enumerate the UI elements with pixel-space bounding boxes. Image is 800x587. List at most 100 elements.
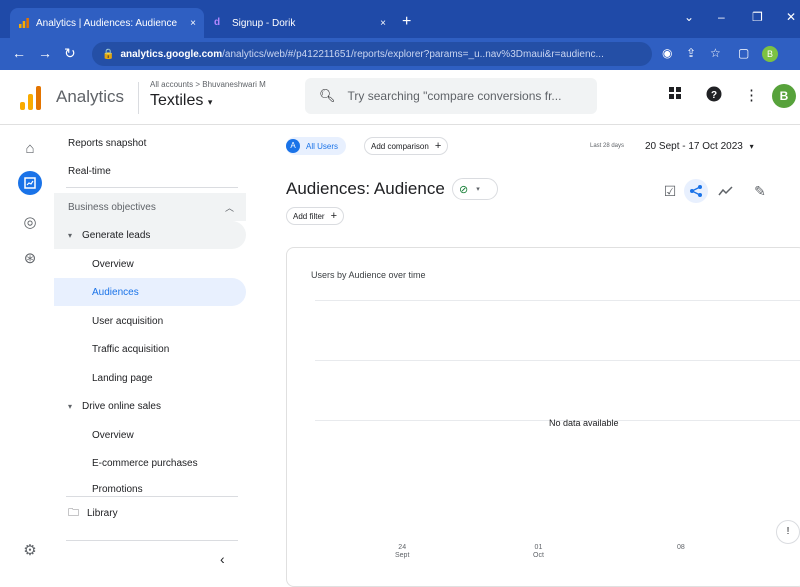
collapse-nav-chevron-icon[interactable]: ‹ (220, 551, 225, 567)
url-host: analytics.google.com (120, 48, 223, 60)
feedback-icon[interactable]: ! (776, 520, 800, 544)
x-tick-month: Sept (395, 552, 410, 559)
explore-icon[interactable]: ◎ (18, 211, 42, 235)
side-panel-icon[interactable]: ▢ (738, 46, 749, 60)
browser-toolbar: ← → ↻ 🔒 analytics.google.com /analytics/… (0, 38, 800, 70)
nav-item-overview[interactable]: Overview (54, 421, 246, 449)
reload-icon[interactable]: ↻ (64, 45, 76, 62)
share-icon[interactable] (684, 179, 708, 203)
address-bar[interactable]: 🔒 analytics.google.com /analytics/web/#/… (92, 42, 652, 66)
no-data-message: No data available (549, 418, 619, 428)
insights-trend-icon[interactable] (714, 179, 738, 203)
back-arrow-icon[interactable]: ← (12, 45, 26, 61)
nav-library[interactable]: 🗀 Library (54, 499, 246, 527)
property-name: Textiles (150, 92, 204, 109)
date-range-picker[interactable]: 20 Sept - 17 Oct 2023 ▾ (645, 141, 754, 152)
dorik-favicon-icon: d (214, 17, 221, 28)
more-vert-icon[interactable]: ⋮ (744, 86, 759, 104)
x-axis-tick: 01 Oct (533, 544, 544, 560)
apps-grid-icon[interactable] (668, 86, 682, 104)
search-icon: 🔍︎ (319, 88, 336, 103)
report-content: A All Users Add comparison + Last 28 day… (270, 125, 800, 587)
advertising-icon[interactable]: ⊛ (18, 247, 42, 271)
tab-dorik[interactable]: d Signup - Dorik × (206, 8, 394, 38)
reports-icon[interactable] (18, 171, 42, 195)
nav-item-traffic-acquisition[interactable]: Traffic acquisition (54, 335, 246, 363)
nav-divider (66, 496, 238, 497)
segment-label: All Users (306, 141, 339, 151)
folder-icon: 🗀 (68, 506, 79, 519)
customize-report-icon[interactable]: ☑ (658, 179, 682, 203)
url-path: /analytics/web/#/p412211651/reports/expl… (222, 48, 604, 60)
segment-badge: A (286, 139, 300, 153)
browser-profile-avatar[interactable]: B (762, 46, 778, 62)
tab-close-icon[interactable]: × (190, 18, 196, 29)
tab-analytics[interactable]: Analytics | Audiences: Audience × (10, 8, 204, 38)
nav-label: Traffic acquisition (92, 343, 170, 355)
search-input[interactable]: 🔍︎ Try searching "compare conversions fr… (305, 78, 597, 114)
add-filter-label: Add filter (293, 211, 325, 221)
nav-item-ecommerce-purchases[interactable]: E-commerce purchases (54, 449, 246, 477)
nav-label: Library (87, 507, 118, 519)
x-axis-tick: 08 (677, 544, 685, 552)
google-lens-icon[interactable]: ◉ (662, 46, 672, 60)
segment-chip[interactable]: A All Users (286, 137, 347, 155)
check-circle-icon: ⊘ (459, 183, 469, 196)
date-range-value: 20 Sept - 17 Oct 2023 (645, 141, 743, 152)
analytics-logo-icon (20, 86, 42, 110)
nav-divider (66, 540, 238, 541)
nav-group-drive-online-sales[interactable]: ▾ Drive online sales (54, 392, 246, 420)
help-icon[interactable]: ? (706, 86, 722, 106)
nav-group-label: Generate leads (82, 229, 151, 241)
nav-item-user-acquisition[interactable]: User acquisition (54, 307, 246, 335)
browser-tab-strip: Analytics | Audiences: Audience × d Sign… (0, 0, 800, 38)
nav-item-promotions[interactable]: Promotions (54, 475, 246, 495)
share-page-icon[interactable]: ⇪ (686, 46, 696, 60)
add-comparison-button[interactable]: Add comparison + (364, 137, 449, 155)
page-title: Audiences: Audience (286, 179, 445, 198)
nav-section-business-objectives[interactable]: Business objectives ︿ (54, 193, 246, 221)
nav-label: Real-time (68, 165, 111, 177)
caret-down-icon: ▾ (68, 401, 73, 411)
tab-close-icon[interactable]: × (380, 18, 386, 29)
chart-card: Users by Audience over time No data avai… (286, 247, 800, 587)
nav-label: User acquisition (92, 315, 164, 327)
add-filter-button[interactable]: Add filter + (286, 207, 345, 225)
admin-gear-icon[interactable]: ⚙ (18, 539, 42, 563)
minimize-icon[interactable]: – (718, 10, 725, 24)
bookmark-star-icon[interactable]: ☆ (710, 46, 721, 60)
account-breadcrumb[interactable]: All accounts > Bhuvaneshwari M (150, 80, 266, 89)
x-tick-day: 24 (398, 544, 407, 551)
date-range-caption: Last 28 days (590, 143, 625, 149)
caret-down-icon: ▾ (207, 97, 213, 107)
home-icon[interactable]: ⌂ (18, 137, 42, 161)
nav-section-label: Business objectives (68, 201, 156, 213)
chart-gridline (315, 360, 800, 361)
x-tick-day: 01 (534, 544, 543, 551)
nav-group-generate-leads[interactable]: ▾ Generate leads (54, 221, 246, 249)
nav-label: Overview (92, 258, 134, 270)
report-navigation: Reports snapshot Real-time Business obje… (54, 125, 248, 575)
close-window-icon[interactable]: ✕ (786, 10, 796, 24)
avatar[interactable]: B (772, 84, 796, 108)
nav-item-audiences[interactable]: Audiences (54, 278, 246, 306)
caret-down-icon: ▾ (68, 230, 73, 240)
nav-reports-snapshot[interactable]: Reports snapshot (54, 129, 246, 157)
property-selector[interactable]: Textiles ▾ (150, 92, 212, 110)
nav-item-landing-page[interactable]: Landing page (54, 364, 246, 392)
tab-search-icon[interactable]: ⌄ (684, 10, 694, 24)
chart-gridline (315, 300, 800, 301)
edit-pencil-icon[interactable]: ✎ (748, 179, 772, 203)
nav-item-overview[interactable]: Overview (54, 250, 246, 278)
restore-icon[interactable]: ❐ (752, 10, 763, 24)
add-comparison-label: Add comparison (371, 141, 429, 151)
chevron-up-icon: ︿ (224, 202, 234, 213)
lock-icon: 🔒 (102, 48, 115, 60)
new-tab-button[interactable]: + (402, 13, 411, 31)
forward-arrow-icon[interactable]: → (38, 45, 52, 61)
plus-icon: + (434, 140, 442, 152)
nav-real-time[interactable]: Real-time (54, 157, 246, 185)
x-tick-day: 08 (677, 544, 685, 551)
nav-label: Promotions (92, 484, 143, 495)
data-quality-status-button[interactable]: ⊘ ▾ (452, 178, 498, 200)
